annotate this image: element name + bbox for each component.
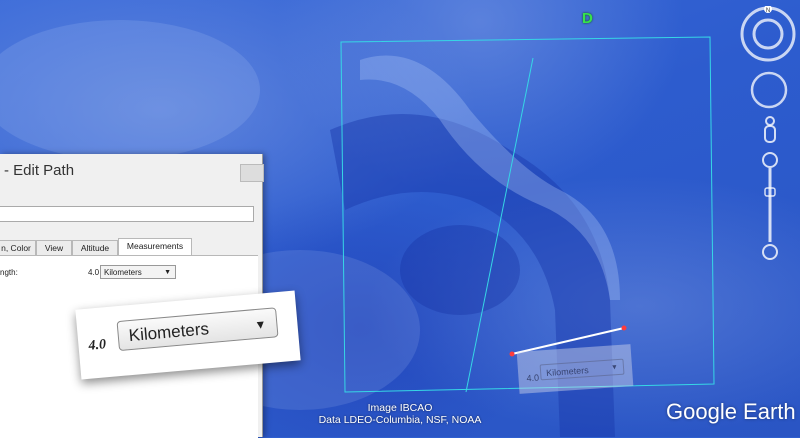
- edit-path-dialog: - Edit Path n, Color View Altitude Measu…: [0, 154, 264, 438]
- imagery-attribution: Image IBCAO Data LDEO-Columbia, NSF, NOA…: [290, 402, 510, 426]
- measure-start-point[interactable]: [509, 351, 515, 357]
- attribution-line-1: Image IBCAO: [367, 402, 433, 414]
- dialog-close-button[interactable]: [240, 164, 264, 182]
- callout-unit-value: Kilometers: [128, 319, 210, 346]
- tab-style-color[interactable]: n, Color: [0, 240, 36, 255]
- length-label: ngth:: [0, 268, 18, 277]
- overlay-unit-value: Kilometers: [545, 365, 589, 379]
- chevron-down-icon: ▼: [253, 317, 267, 333]
- chevron-down-icon: ▼: [610, 364, 619, 372]
- unit-select-value: Kilometers: [104, 268, 142, 277]
- google-earth-logo: Google Earth: [666, 399, 796, 424]
- tab-view[interactable]: View: [36, 240, 72, 255]
- length-value: 4.0: [88, 268, 100, 277]
- chevron-down-icon: ▼: [164, 269, 171, 276]
- zoom-slider[interactable]: [760, 150, 780, 262]
- depression: [400, 225, 520, 315]
- terrain-highlight: [0, 20, 260, 160]
- street-view-pegman-icon[interactable]: [762, 116, 778, 146]
- measurement-overlay: 4.0 Kilometers ▼: [516, 344, 634, 394]
- look-control[interactable]: [749, 70, 789, 110]
- unit-select[interactable]: Kilometers ▼: [100, 265, 176, 279]
- callout-length-value: 4.0: [87, 337, 107, 354]
- dialog-title: - Edit Path: [4, 162, 75, 179]
- path-name-input[interactable]: [0, 206, 254, 222]
- compass-control[interactable]: N: [740, 6, 796, 62]
- overlay-unit-select: Kilometers ▼: [539, 358, 625, 381]
- tab-measurements[interactable]: Measurements: [118, 238, 192, 256]
- tab-altitude[interactable]: Altitude: [72, 240, 118, 255]
- measure-end-point[interactable]: [621, 325, 627, 331]
- overlay-length-value: 4.0: [526, 372, 540, 384]
- compass-north-letter: N: [766, 8, 770, 14]
- placemark-d[interactable]: D: [582, 10, 593, 27]
- callout-unit-select: Kilometers ▼: [116, 307, 279, 352]
- attribution-line-2: Data LDEO-Columbia, NSF, NOAA: [318, 414, 482, 426]
